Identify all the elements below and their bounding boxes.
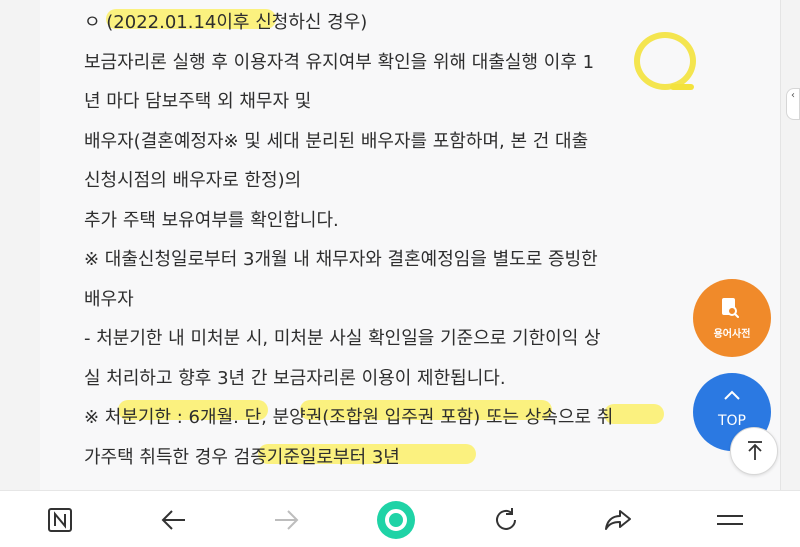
chevron-up-icon [724,390,740,400]
article-line: ※ 처분기한 : 6개월. 단, 분양권(조합원 입주권 포함) 또는 상속으로… [84,407,614,428]
forward-button[interactable] [256,491,316,547]
article-line: 보금자리론 실행 후 이용자격 유지여부 확인을 위해 대출실행 이후 1 [84,51,595,73]
forward-arrow-icon [275,509,299,530]
article-line: 배우자(결혼예정자※ 및 세대 분리된 배우자를 포함하며, 본 건 대출 [84,130,589,152]
back-arrow-icon [161,509,185,530]
home-button[interactable] [366,491,426,547]
article-line: 가주택 취득한 경우 검증기준일로부터 3년 [84,446,400,468]
article-line: 배우자 [84,288,134,310]
side-strip [781,0,800,490]
go-up-button[interactable] [730,427,778,475]
share-button[interactable] [588,491,648,547]
menu-icon [717,514,743,525]
dictionary-icon [722,298,739,318]
article-line: ㅇ (2022.01.14이후 신청하신 경우) [84,12,368,33]
refresh-button[interactable] [476,491,536,547]
article-line: 신청시점의 배우자로 한정)의 [84,170,302,191]
browser-bottom-bar [0,490,800,547]
dictionary-label: 용어사전 [713,329,751,340]
refresh-icon [496,507,516,530]
article-line: 년 마다 담보주택 외 채무자 및 [84,91,312,112]
share-icon [605,509,631,530]
naver-n-icon [48,507,72,532]
menu-button[interactable] [700,491,760,547]
article-line: ※ 대출신청일로부터 3개월 내 채무자와 결혼예정임을 별도로 증빙한 [84,249,598,270]
article-line: 추가 주택 보유여부를 확인합니다. [84,209,339,231]
arrow-up-to-bar-icon [748,441,762,460]
article-body: ㅇ (2022.01.14이후 신청하신 경우) 보금자리론 실행 후 이용자격… [84,3,724,477]
article-line: - 처분기한 내 미처분 시, 미처분 사실 확인일을 기준으로 기한이익 상 [84,328,601,349]
home-ring-icon [377,500,415,539]
naver-home-button[interactable] [30,491,90,547]
browser-viewport: ‹ ㅇ (2022.01.14이후 신청하신 경우) 보금자리론 실행 후 이용… [0,0,800,547]
back-button[interactable] [144,491,204,547]
scroll-handle[interactable]: ‹ [786,88,800,120]
article-line: 실 처리하고 향후 3년 간 보금자리론 이용이 제한됩니다. [84,367,506,389]
dictionary-button[interactable]: 용어사전 [693,279,771,357]
